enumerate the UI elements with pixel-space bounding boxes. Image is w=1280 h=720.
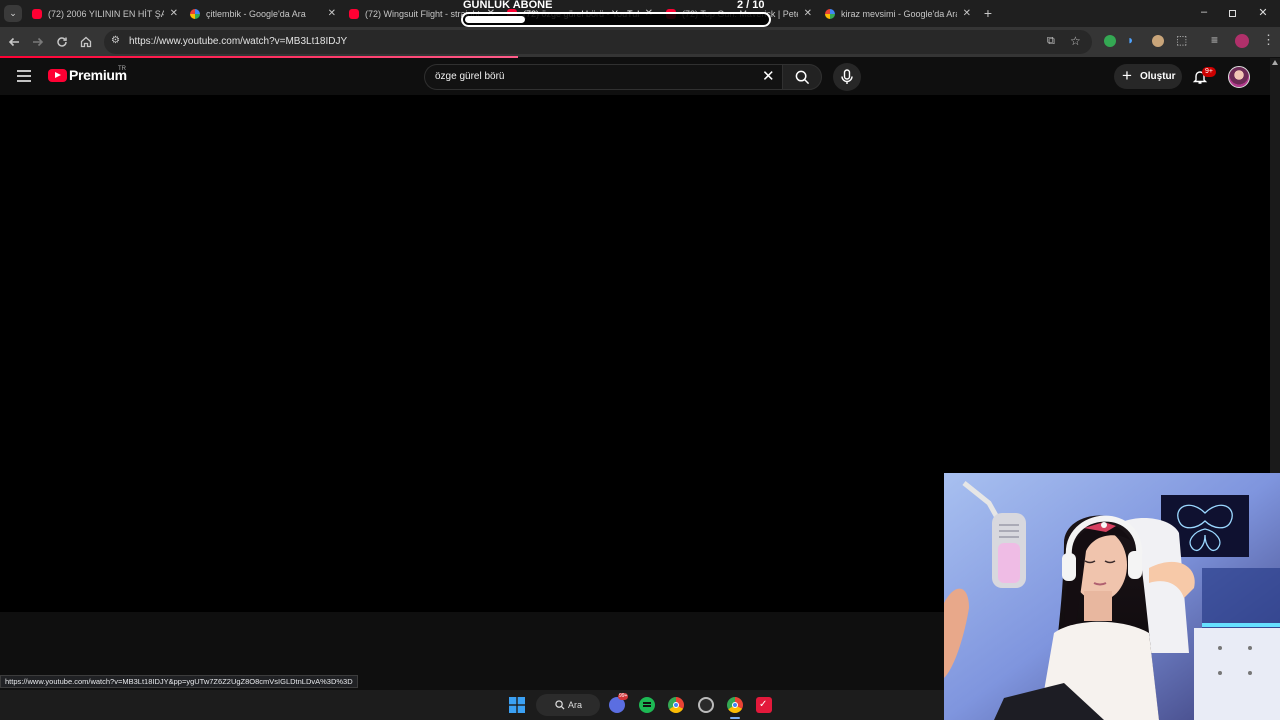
- back-button[interactable]: [6, 34, 22, 50]
- browser-menu-icon[interactable]: ⋮: [1262, 32, 1275, 48]
- home-icon: [80, 36, 92, 48]
- profile-avatar-icon[interactable]: [1235, 34, 1249, 48]
- browser-toolbar: ⚙ https://www.youtube.com/watch?v=MB3Lt1…: [0, 27, 1280, 57]
- plus-icon: +: [1122, 66, 1132, 85]
- create-button[interactable]: + Oluştur: [1114, 64, 1182, 89]
- reload-icon: [57, 37, 67, 47]
- clear-search-icon[interactable]: ✕: [762, 68, 775, 86]
- notification-count-badge: 9+: [1202, 67, 1216, 77]
- chevron-down-icon: ⌄: [9, 8, 17, 18]
- subscriber-goal-progress-fill: [465, 16, 525, 23]
- address-url: https://www.youtube.com/watch?v=MB3Lt18I…: [129, 36, 348, 47]
- youtube-masthead: Premium TR özge gürel börü ✕ + Oluştur 9…: [0, 58, 1270, 95]
- hamburger-menu-icon: [17, 70, 31, 82]
- install-app-icon[interactable]: ⧉: [1047, 35, 1055, 48]
- link-status-bubble: https://www.youtube.com/watch?v=MB3Lt18I…: [0, 675, 358, 688]
- chat-unread-badge: 99+: [618, 693, 629, 700]
- tab-title: çitlembik - Google'da Ara: [206, 8, 306, 19]
- close-window-button[interactable]: ✕: [1255, 6, 1271, 22]
- subscriber-goal-count: 2 / 10: [737, 0, 765, 11]
- restore-icon: [1229, 10, 1236, 17]
- youtube-favicon-icon: [349, 8, 359, 19]
- webcam-scene: [944, 473, 1280, 720]
- country-code: TR: [118, 66, 126, 72]
- guide-menu-button[interactable]: [16, 69, 32, 83]
- active-app-indicator: [730, 717, 740, 719]
- microphone-icon: [841, 69, 853, 84]
- minimize-button[interactable]: –: [1196, 6, 1212, 22]
- browser-tab[interactable]: kiraz mevsimi - Google'da Ara ✕: [825, 0, 971, 27]
- close-tab-icon[interactable]: ✕: [170, 8, 178, 19]
- youtube-logo-icon[interactable]: [48, 69, 67, 82]
- plus-icon: +: [983, 5, 993, 21]
- tab-search-button[interactable]: ⌄: [4, 5, 22, 22]
- taskbar-spotify-app[interactable]: [639, 697, 655, 713]
- forward-button[interactable]: [30, 34, 46, 50]
- account-avatar[interactable]: [1228, 66, 1250, 88]
- search-icon: [555, 700, 565, 710]
- windows-logo-icon: [509, 697, 525, 713]
- streamer-webcam-feed: [944, 473, 1280, 720]
- close-tab-icon[interactable]: ✕: [963, 8, 971, 19]
- search-box[interactable]: özge gürel börü ✕: [424, 64, 782, 90]
- reading-list-icon[interactable]: ≡: [1211, 33, 1218, 47]
- site-info-icon[interactable]: ⚙: [111, 35, 123, 47]
- taskbar-search-label: Ara: [568, 700, 583, 710]
- new-tab-button[interactable]: +: [980, 5, 996, 21]
- taskbar-chrome-app[interactable]: [668, 697, 684, 713]
- bookmark-star-icon[interactable]: ☆: [1070, 34, 1081, 48]
- google-favicon-icon: [190, 8, 200, 19]
- tab-title: kiraz mevsimi - Google'da Ara: [841, 8, 957, 19]
- close-tab-icon[interactable]: ✕: [804, 8, 812, 19]
- browser-tab[interactable]: (72) 2006 YILININ EN HİT ŞARKI ✕: [32, 0, 178, 27]
- arrow-right-icon: [33, 37, 44, 47]
- reload-button[interactable]: [54, 34, 70, 50]
- close-tab-icon[interactable]: ✕: [328, 8, 336, 19]
- restore-button[interactable]: [1226, 7, 1240, 21]
- extension-audio-icon[interactable]: ◗: [1127, 33, 1134, 47]
- tab-title: (72) 2006 YILININ EN HİT ŞARKI: [48, 8, 164, 19]
- search-icon: [795, 70, 810, 85]
- address-bar[interactable]: ⚙ https://www.youtube.com/watch?v=MB3Lt1…: [104, 30, 1092, 54]
- taskbar-red-app[interactable]: ✓: [756, 697, 772, 713]
- start-button[interactable]: [509, 697, 525, 713]
- subscriber-goal-progress-bar: [461, 12, 771, 27]
- google-favicon-icon: [825, 8, 835, 19]
- create-button-label: Oluştur: [1140, 71, 1176, 82]
- close-icon: ✕: [1258, 7, 1268, 19]
- app-check-icon: ✓: [759, 699, 768, 710]
- taskbar-chrome-active-app[interactable]: [727, 697, 743, 713]
- subscriber-goal-title: GÜNLÜK ABONE: [463, 0, 553, 11]
- browser-tab[interactable]: çitlembik - Google'da Ara ✕: [190, 0, 336, 27]
- taskbar-search-button[interactable]: Ara: [536, 694, 600, 716]
- extensions-puzzle-icon[interactable]: ⬚: [1176, 33, 1187, 47]
- extension-cookie-icon[interactable]: [1152, 35, 1164, 47]
- minimize-icon: –: [1200, 6, 1208, 18]
- youtube-favicon-icon: [32, 8, 42, 19]
- chrome-icon: [673, 702, 679, 708]
- voice-search-button[interactable]: [833, 63, 861, 91]
- arrow-left-icon: [8, 37, 19, 47]
- search-button[interactable]: [782, 64, 822, 90]
- taskbar-app[interactable]: [698, 697, 714, 713]
- home-button[interactable]: [78, 34, 94, 50]
- search-input[interactable]: özge gürel börü: [435, 71, 505, 82]
- extension-shield-icon[interactable]: [1104, 35, 1116, 47]
- scroll-up-arrow-icon[interactable]: [1272, 60, 1278, 65]
- chrome-icon: [732, 702, 738, 708]
- spotify-icon: [643, 702, 651, 704]
